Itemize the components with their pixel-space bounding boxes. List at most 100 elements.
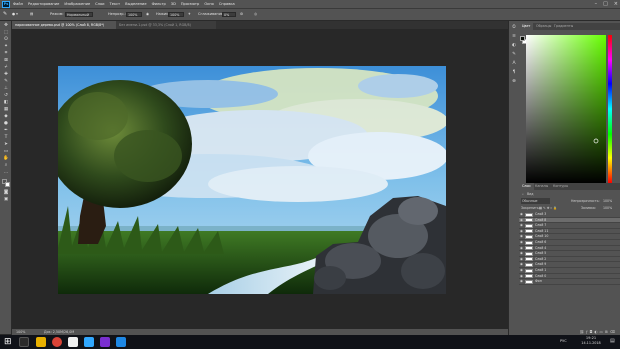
brush-preset-icon[interactable]: ● ▾ (12, 12, 18, 16)
history-brush-tool-icon[interactable]: ↺ (3, 93, 9, 98)
path-select-tool-icon[interactable]: ➤ (3, 142, 9, 147)
lock-icons[interactable]: ▦ ✎ ✥ ⌗ 🔒 (539, 205, 557, 211)
marquee-tool-icon[interactable]: ⬚ (3, 30, 9, 35)
frame-tool-icon[interactable]: ⊠ (3, 58, 9, 63)
eye-icon[interactable]: ◉ (520, 234, 524, 239)
menu-select[interactable]: Выделение (125, 2, 146, 6)
eye-icon[interactable]: ◉ (520, 246, 524, 251)
zoom-tool-icon[interactable]: ⌕ (3, 163, 9, 168)
tab-document-2[interactable]: Без имени-1.psd @ 33,3% (Слой 1, RGB/8) (116, 21, 216, 29)
brush-panel-icon[interactable]: ✎ (511, 52, 517, 58)
trash-icon[interactable]: ⌫ (610, 330, 617, 334)
type-tool-icon[interactable]: T (3, 135, 9, 140)
eraser-tool-icon[interactable]: ◧ (3, 100, 9, 105)
pressure-opacity-icon[interactable]: ◉ (146, 12, 149, 16)
photoshop-taskbar-icon[interactable] (84, 337, 94, 347)
character-panel-icon[interactable]: A (511, 61, 517, 67)
color-picker-field[interactable] (526, 35, 606, 183)
clone-source-panel-icon[interactable]: ⊕ (511, 79, 517, 85)
clock-date[interactable]: 14.11.2018 (578, 341, 604, 345)
eye-icon[interactable]: ◉ (520, 229, 524, 234)
brush-tool-icon[interactable]: ✎ (3, 79, 9, 84)
fill-input[interactable]: 100% (603, 205, 612, 211)
menu-view[interactable]: Просмотр (181, 2, 199, 6)
move-tool-icon[interactable]: ✥ (3, 23, 9, 28)
eyedropper-tool-icon[interactable]: ⌿ (3, 65, 9, 70)
properties-panel-icon[interactable]: ≡ (511, 34, 517, 40)
task-view-icon[interactable] (19, 337, 29, 347)
paragraph-panel-icon[interactable]: ¶ (511, 70, 517, 76)
rectangle-tool-icon[interactable]: ▭ (3, 149, 9, 154)
clone-stamp-tool-icon[interactable]: ⊥ (3, 86, 9, 91)
eye-icon[interactable]: ◉ (520, 212, 524, 217)
screen-mode-icon[interactable]: ▣ (3, 197, 9, 202)
eye-icon[interactable]: ◉ (520, 223, 524, 228)
language-indicator[interactable]: РУС (560, 339, 567, 343)
filter-icon[interactable]: ⌕ (522, 191, 524, 197)
eye-icon[interactable]: ◉ (520, 218, 524, 223)
eye-icon[interactable]: ◉ (520, 274, 524, 279)
chrome-icon[interactable] (52, 337, 62, 347)
app-icon[interactable] (68, 337, 78, 347)
brush-tool-icon[interactable]: ✎ (3, 11, 7, 17)
minimize-icon[interactable]: – (595, 1, 598, 7)
explorer-icon[interactable] (36, 337, 46, 347)
menu-help[interactable]: Справка (219, 2, 235, 6)
app-icon-purple[interactable] (100, 337, 110, 347)
close-icon[interactable]: × (614, 1, 618, 7)
hue-slider[interactable] (608, 35, 612, 183)
app-icon-blue[interactable] (116, 337, 126, 347)
blur-tool-icon[interactable]: ◆ (3, 114, 9, 119)
menu-edit[interactable]: Редактирование (28, 2, 59, 6)
opacity-input[interactable]: 100% (126, 12, 142, 17)
tab-document-1[interactable]: нарисованное дерево.psd @ 100% (Слой 8, … (12, 21, 116, 29)
menu-3d[interactable]: 3D (171, 2, 176, 6)
dodge-tool-icon[interactable]: ● (3, 121, 9, 126)
maximize-icon[interactable]: □ (603, 1, 608, 7)
panel-foreground-swatch[interactable] (520, 36, 525, 41)
tab-channels[interactable]: Каналы (532, 183, 551, 190)
pen-tool-icon[interactable]: ✒ (3, 128, 9, 133)
healing-brush-tool-icon[interactable]: ✚ (3, 72, 9, 77)
layer-filter-select[interactable]: Вид (527, 191, 533, 197)
menu-image[interactable]: Изображение (64, 2, 90, 6)
smoothing-input[interactable]: 0% (222, 12, 236, 17)
lasso-tool-icon[interactable]: ʘ (3, 37, 9, 42)
eye-icon[interactable]: ◉ (520, 279, 524, 284)
pressure-size-icon[interactable]: ◎ (254, 12, 257, 16)
eye-icon[interactable]: ◉ (520, 257, 524, 262)
menu-layers[interactable]: Слои (95, 2, 104, 6)
clock-time[interactable]: 19:21 (578, 336, 604, 340)
adjustments-panel-icon[interactable]: ◐ (511, 43, 517, 49)
layer-opacity-input[interactable]: 100% (603, 198, 612, 204)
menu-text[interactable]: Текст (110, 2, 121, 6)
eye-icon[interactable]: ◉ (520, 251, 524, 256)
mode-select[interactable]: Нормальный (65, 12, 93, 17)
tab-gradients[interactable]: Градиенты (551, 23, 576, 30)
airbrush-icon[interactable]: ✈ (188, 12, 191, 16)
menu-window[interactable]: Окно (204, 2, 214, 6)
layer-row[interactable]: ◉ Фон (519, 279, 620, 285)
brush-settings-icon[interactable]: ▤ (30, 12, 33, 16)
smoothing-settings-icon[interactable]: ⚙ (240, 12, 243, 16)
tab-paths[interactable]: Контуры (550, 183, 571, 190)
gradient-tool-icon[interactable]: ▦ (3, 107, 9, 112)
eye-icon[interactable]: ◉ (520, 262, 524, 267)
quick-select-tool-icon[interactable]: ✦ (3, 44, 9, 49)
photoshop-logo-icon[interactable]: Ps (2, 0, 10, 8)
menu-filter[interactable]: Фильтр (152, 2, 166, 6)
hand-tool-icon[interactable]: ✋ (3, 156, 9, 161)
notifications-icon[interactable]: ▤ (610, 338, 615, 344)
flow-input[interactable]: 100% (168, 12, 184, 17)
more-tools-icon[interactable]: … (3, 170, 9, 175)
quick-mask-icon[interactable]: ◙ (3, 190, 9, 195)
windows-start-icon[interactable]: ⊞ (4, 337, 12, 347)
crop-tool-icon[interactable]: ⌗ (3, 51, 9, 56)
background-color-swatch[interactable] (5, 182, 10, 187)
painting-canvas[interactable] (58, 66, 446, 294)
blend-mode-select[interactable]: Обычные (521, 198, 550, 204)
tab-color[interactable]: Цвет (519, 23, 534, 30)
eye-icon[interactable]: ◉ (520, 240, 524, 245)
eye-icon[interactable]: ◉ (520, 268, 524, 273)
menu-file[interactable]: Файл (13, 2, 23, 6)
